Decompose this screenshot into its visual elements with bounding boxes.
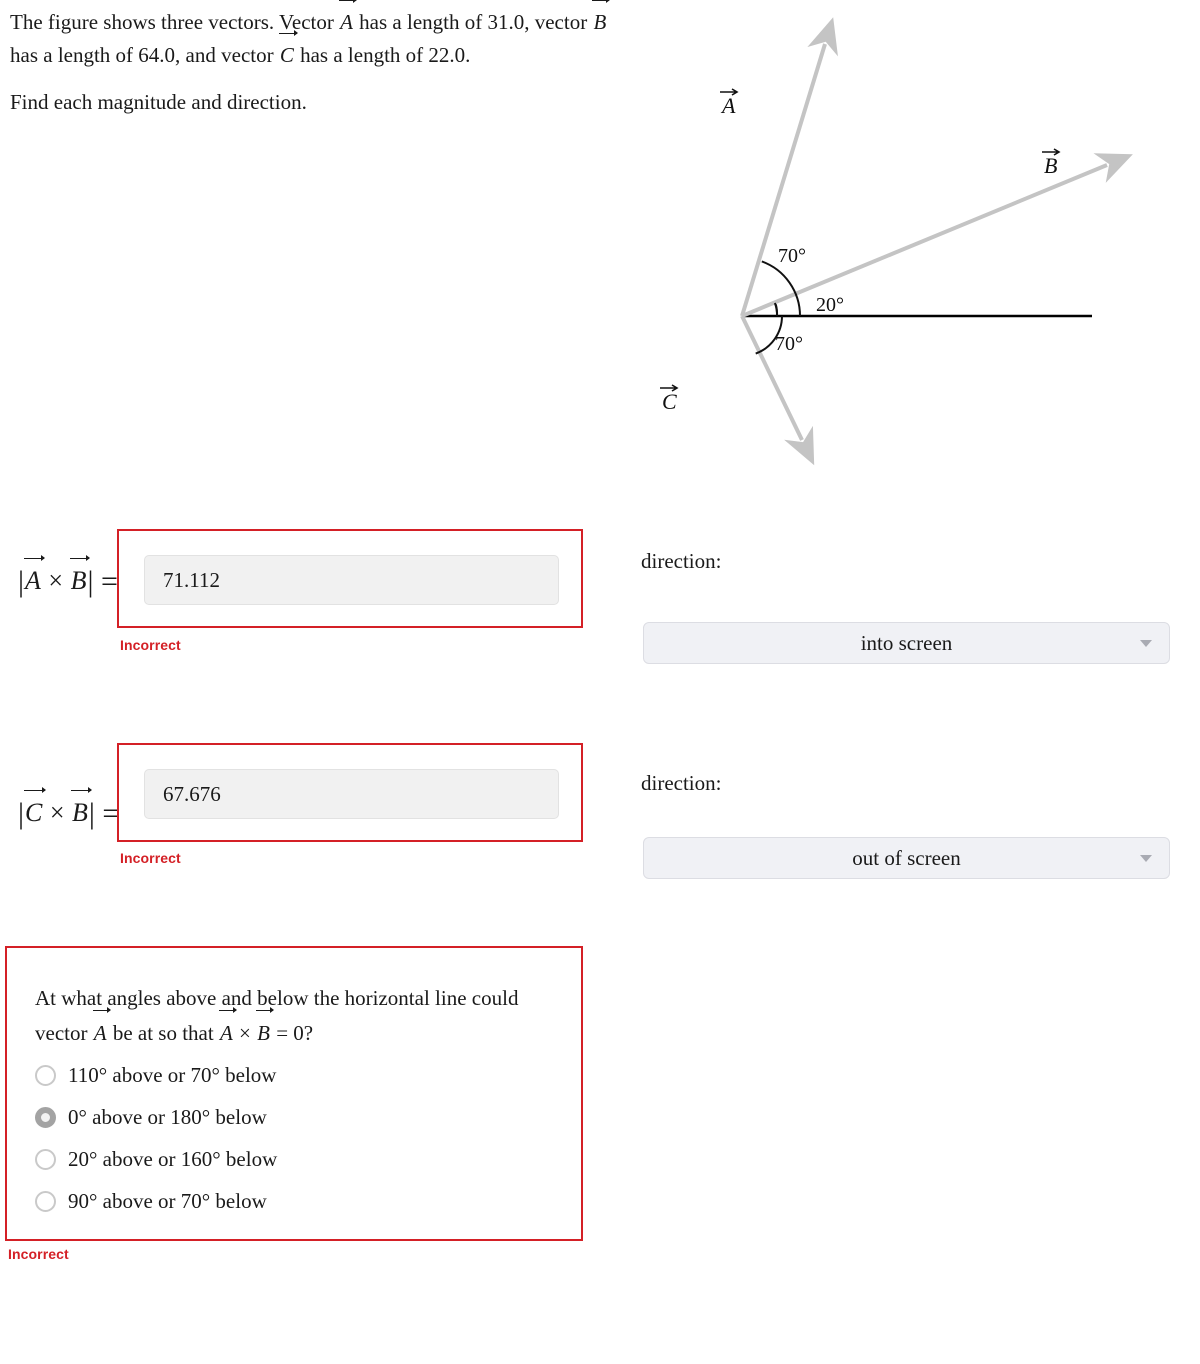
angle-arc-70-above [761, 260, 802, 317]
multiple-choice-box: At what angles above and below the horiz… [5, 946, 583, 1241]
cross-symbol-eq2: × [49, 798, 65, 827]
mc-option-2[interactable]: 20° above or 160° below [35, 1147, 277, 1172]
answer-1-input[interactable] [144, 555, 559, 605]
chevron-down-icon-2 [1140, 855, 1152, 862]
vector-a-symbol-eq1: A [24, 555, 45, 595]
answer-2-box [117, 743, 583, 842]
answer-1-equation-label: |A × B| = [18, 555, 118, 598]
mc-option-2-label: 20° above or 160° below [68, 1147, 278, 1171]
vector-c-symbol: C [278, 30, 298, 72]
vector-b-symbol: B [592, 0, 611, 39]
vector-b-symbol-eq2: B [71, 787, 92, 827]
cross-symbol-eq1: × [48, 566, 64, 595]
figure-label-c: C [662, 389, 677, 414]
answer-2-status: Incorrect [120, 850, 181, 866]
direction-dropdown-1-value: into screen [860, 630, 953, 655]
mc-question-cross: × [233, 1021, 257, 1045]
direction-label-1: direction: [641, 549, 722, 573]
vector-a-symbol-mc1: A [92, 1007, 111, 1051]
angle-label-70-below: 70° [775, 333, 803, 355]
radio-button-1[interactable] [35, 1107, 56, 1128]
angle-arc-20-dup [774, 304, 779, 317]
answer-1-box [117, 529, 583, 628]
abs-bar-close-eq2: | = [88, 797, 120, 830]
vector-diagram-svg: A B C 70° 20° 70° [660, 17, 1133, 466]
figure-label-a: A [720, 93, 736, 118]
figure-label-b: B [1044, 153, 1057, 178]
answer-2-input[interactable] [144, 769, 559, 819]
vector-c-symbol-eq2: C [24, 787, 47, 827]
vector-a-symbol-mc2: A [218, 1007, 237, 1051]
abs-bar-close-eq1: | = [87, 565, 118, 598]
problem-statement: The figure shows three vectors. Vector A… [10, 0, 611, 133]
vector-figure: A B C 70° 20° 70° [620, 10, 1190, 480]
problem-text-part-4: has a length of 22.0. [294, 43, 471, 67]
radio-button-2[interactable] [35, 1149, 56, 1170]
mc-question-part-2: be at so that [107, 1021, 219, 1045]
problem-text-part-1: The figure shows three vectors. Vector [10, 10, 340, 34]
problem-instruction: Find each magnitude and direction. [10, 90, 307, 114]
problem-text: The figure shows three vectors. Vector A… [10, 0, 611, 72]
mc-option-3-label: 90° above or 70° below [68, 1189, 267, 1213]
mc-option-1[interactable]: 0° above or 180° below [35, 1105, 267, 1130]
answer-2-equation-label: |C × B| = [18, 787, 120, 830]
vector-a-symbol: A [339, 0, 357, 39]
multiple-choice-question: At what angles above and below the horiz… [35, 981, 570, 1051]
direction-dropdown-2[interactable]: out of screen [643, 837, 1170, 879]
problem-text-part-3: has a length of 64.0, and vector [10, 43, 279, 67]
radio-button-0[interactable] [35, 1065, 56, 1086]
angle-label-70-above: 70° [778, 245, 806, 267]
mc-option-0[interactable]: 110° above or 70° below [35, 1063, 276, 1088]
mc-option-3[interactable]: 90° above or 70° below [35, 1189, 267, 1214]
vector-b-symbol-eq1: B [69, 555, 91, 595]
answer-1-status: Incorrect [120, 637, 181, 653]
mc-option-0-label: 110° above or 70° below [68, 1063, 277, 1087]
direction-dropdown-2-value: out of screen [852, 845, 961, 870]
direction-dropdown-1[interactable]: into screen [643, 622, 1170, 664]
mc-option-1-label: 0° above or 180° below [68, 1105, 267, 1129]
problem-text-part-2: has a length of 31.0, vector [353, 10, 593, 34]
multiple-choice-status: Incorrect [8, 1246, 69, 1262]
mc-question-part-3: = 0? [270, 1021, 314, 1045]
angle-label-20: 20° [816, 294, 844, 316]
direction-label-2: direction: [641, 771, 722, 795]
radio-button-3[interactable] [35, 1191, 56, 1212]
vector-b-symbol-mc: B [256, 1007, 274, 1051]
chevron-down-icon [1140, 640, 1152, 647]
vector-b-arrow [741, 153, 1133, 318]
